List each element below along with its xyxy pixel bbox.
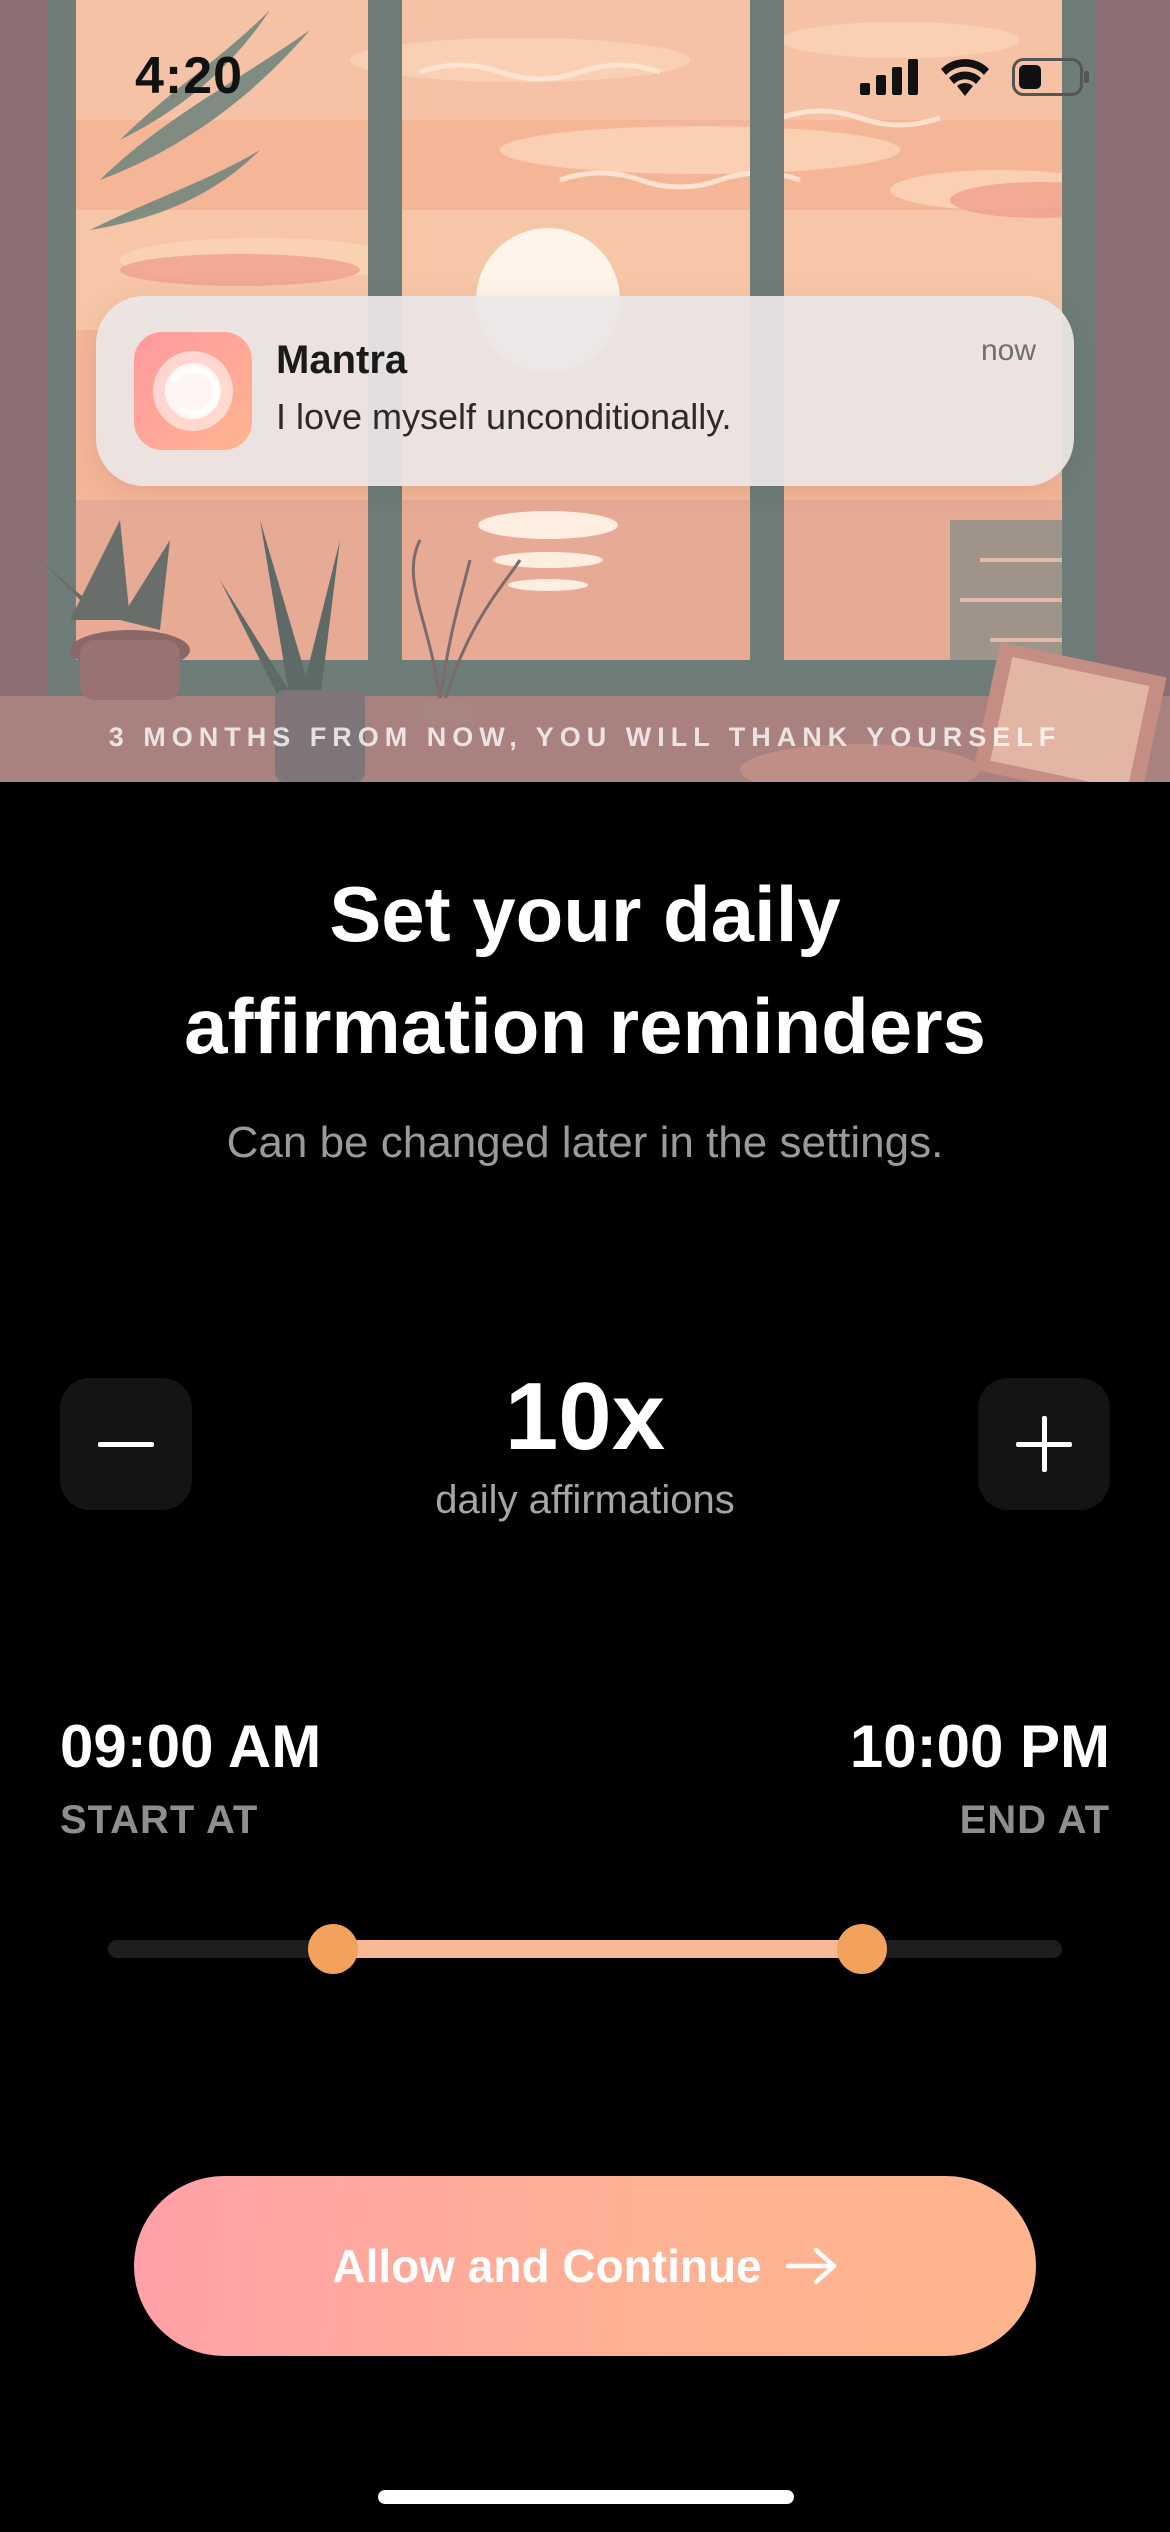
notification-message: I love myself unconditionally. xyxy=(276,396,732,437)
end-time-value[interactable]: 10:00 PM xyxy=(850,1712,1110,1781)
page-title-line-1: Set your daily xyxy=(329,870,841,958)
time-range-slider[interactable] xyxy=(108,1924,1062,1974)
status-bar: 4:20 xyxy=(0,0,1170,150)
plus-icon xyxy=(1016,1416,1072,1472)
page-title-line-2: affirmation reminders xyxy=(184,982,986,1070)
wifi-icon xyxy=(941,59,989,96)
slider-end-handle[interactable] xyxy=(836,1924,887,1974)
slider-selected-range xyxy=(333,1940,862,1958)
status-time: 4:20 xyxy=(135,47,244,105)
allow-and-continue-button[interactable]: Allow and Continue xyxy=(134,2176,1036,2356)
slider-start-handle[interactable] xyxy=(308,1924,359,1974)
mantra-app-icon xyxy=(134,332,252,450)
cta-label: Allow and Continue xyxy=(332,2240,762,2292)
end-time-label: END AT xyxy=(959,1798,1110,1842)
arrow-right-icon xyxy=(785,2247,836,2285)
home-indicator[interactable] xyxy=(378,2490,794,2504)
status-icons xyxy=(860,58,1090,96)
cellular-signal-icon xyxy=(860,59,918,95)
page-title: Set your daily affirmation reminders xyxy=(0,858,1170,1082)
start-time-value[interactable]: 09:00 AM xyxy=(60,1712,321,1781)
notification-app-name: Mantra xyxy=(276,338,408,382)
notification-time: now xyxy=(980,334,1036,367)
hero-tagline: 3 MONTHS FROM NOW, YOU WILL THANK YOURSE… xyxy=(108,722,1062,752)
page-subtitle: Can be changed later in the settings. xyxy=(226,1118,944,1167)
increase-count-button[interactable] xyxy=(978,1378,1110,1510)
battery-icon xyxy=(1012,58,1089,96)
notification-banner[interactable]: Mantra I love myself unconditionally. no… xyxy=(96,296,1074,486)
start-time-label: START AT xyxy=(60,1798,259,1842)
hero-illustration: 4:20 Mantra I love myself unconditionall… xyxy=(0,0,1170,782)
